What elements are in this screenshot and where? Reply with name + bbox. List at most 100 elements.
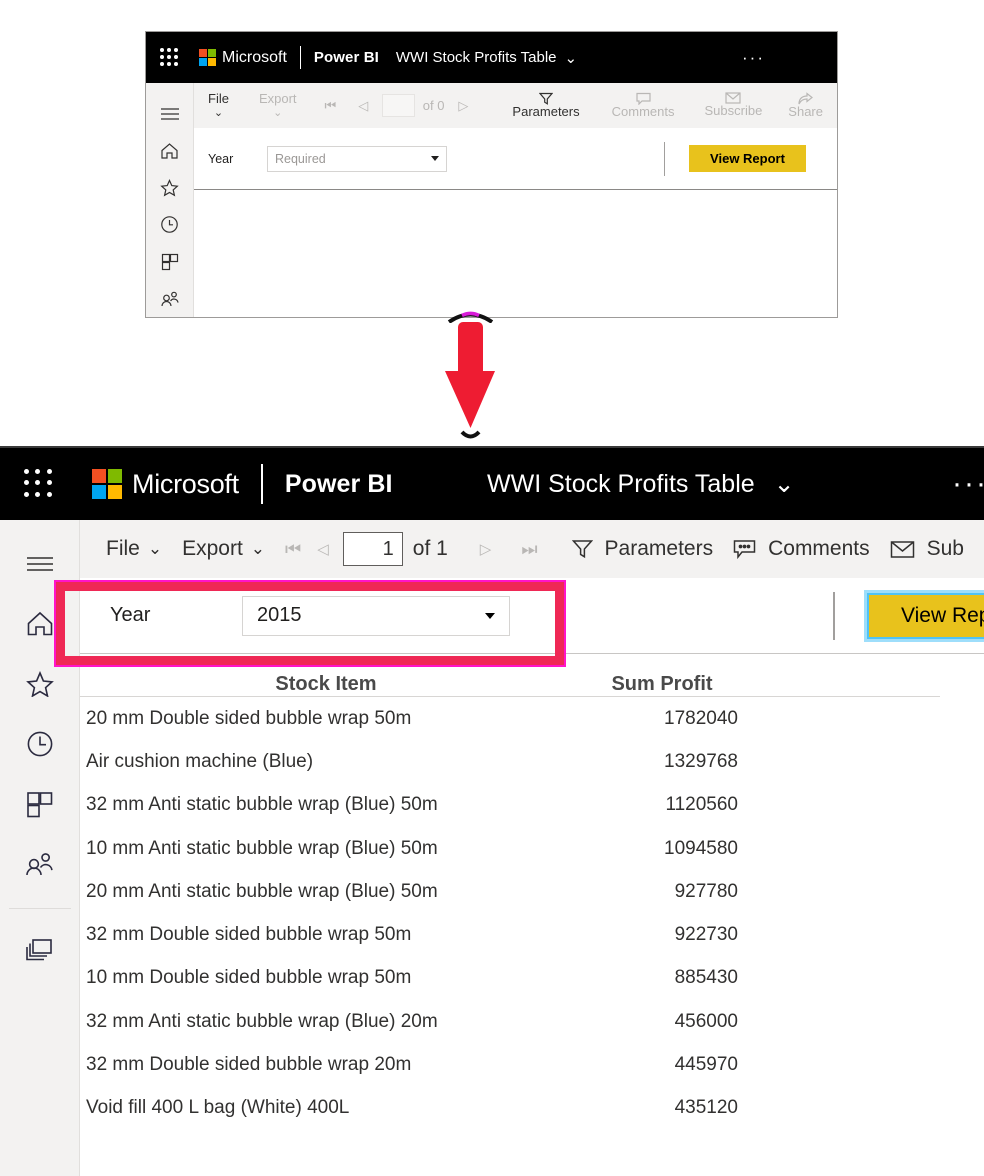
cell-sum-profit: 927780	[674, 880, 738, 902]
file-chevron-down-icon: ⌄	[213, 106, 224, 119]
filter-icon	[539, 92, 554, 105]
hamburger-menu-icon[interactable]	[146, 95, 194, 132]
hamburger-menu-icon[interactable]	[0, 534, 80, 594]
export-chevron-down-icon: ⌄	[273, 106, 283, 119]
year-parameter-select[interactable]: Required	[267, 145, 447, 172]
home-icon[interactable]	[146, 132, 194, 169]
microsoft-logo-icon	[92, 469, 122, 499]
next-page-button[interactable]: ▷	[458, 98, 468, 114]
page-number-input[interactable]	[382, 94, 415, 117]
home-icon[interactable]	[0, 594, 80, 654]
comment-icon	[635, 92, 651, 105]
cell-stock-item: 20 mm Double sided bubble wrap 50m	[86, 707, 412, 729]
first-page-button[interactable]: ⏮	[285, 539, 301, 560]
cell-sum-profit: 1782040	[664, 707, 738, 729]
year-parameter-value: 2015	[257, 604, 302, 626]
bottom-panel-header: Microsoft Power BI WWI Stock Profits Tab…	[0, 448, 984, 520]
parameters-label: Parameters	[512, 103, 580, 119]
top-panel-parameter-row: Year Required View Report	[194, 128, 837, 190]
microsoft-wordmark: Microsoft	[222, 48, 287, 66]
prev-page-button[interactable]: ◁	[317, 540, 329, 558]
rail-divider	[8, 908, 71, 909]
toolbar-separator	[833, 591, 835, 640]
page-count-label: of 1	[412, 537, 448, 560]
export-menu-label: Export	[258, 90, 297, 106]
clock-icon[interactable]	[0, 714, 80, 774]
subscribe-button[interactable]: Subscribe	[704, 92, 762, 119]
title-chevron-down-icon[interactable]: ⌄	[565, 49, 578, 67]
more-options-icon[interactable]: ···	[742, 48, 765, 68]
parameters-label: Parameters	[604, 537, 714, 560]
page-number-input[interactable]: 1	[342, 532, 403, 566]
first-page-button[interactable]: ⏮	[325, 98, 337, 114]
toolbar-separator	[664, 141, 665, 176]
table-row: 32 mm Double sided bubble wrap 50m 922730	[80, 913, 984, 956]
cell-stock-item: 20 mm Anti static bubble wrap (Blue) 50m	[86, 880, 438, 902]
cell-stock-item: Void fill 400 L bag (White) 400L	[86, 1097, 350, 1119]
table-row: 10 mm Anti static bubble wrap (Blue) 50m…	[80, 827, 984, 870]
report-table: Stock Item Sum Profit 20 mm Double sided…	[80, 654, 984, 1176]
year-parameter-select[interactable]: 2015	[242, 595, 510, 636]
apps-icon[interactable]	[146, 243, 194, 280]
report-title[interactable]: WWI Stock Profits Table ⌄	[487, 469, 795, 499]
cell-sum-profit: 885430	[674, 967, 738, 989]
table-row: 32 mm Double sided bubble wrap 20m 445970	[80, 1043, 984, 1086]
table-header-row: Stock Item Sum Profit	[80, 654, 984, 696]
subscribe-label: Subscribe	[704, 103, 763, 119]
cell-stock-item: 10 mm Double sided bubble wrap 50m	[86, 967, 412, 989]
app-launcher-icon[interactable]	[24, 469, 54, 499]
view-report-button[interactable]: View Report	[689, 145, 806, 172]
prev-page-button[interactable]: ◁	[358, 98, 368, 114]
year-parameter-value: Required	[275, 151, 326, 166]
share-button[interactable]: Share	[788, 91, 823, 120]
subscribe-button[interactable]: Sub	[890, 537, 964, 561]
parameters-button[interactable]: Parameters	[571, 537, 714, 561]
table-row: 20 mm Double sided bubble wrap 50m 178204…	[80, 697, 984, 740]
star-icon[interactable]	[146, 169, 194, 206]
chevron-down-icon	[485, 612, 495, 619]
cell-sum-profit: 1094580	[664, 837, 738, 859]
more-options-icon[interactable]: ···	[952, 467, 984, 501]
people-icon[interactable]	[0, 834, 80, 894]
export-menu-label: Export	[182, 537, 243, 560]
top-report-panel: Microsoft Power BI WWI Stock Profits Tab…	[145, 31, 838, 318]
header-divider	[299, 46, 301, 69]
powerbi-brand[interactable]: Power BI	[314, 49, 379, 66]
last-page-button[interactable]: ⏭	[521, 539, 537, 560]
year-parameter-label: Year	[208, 151, 234, 166]
next-page-button[interactable]: ▷	[480, 540, 492, 558]
arc-bottom-decoration	[443, 430, 498, 444]
people-icon[interactable]	[146, 280, 194, 317]
table-body: 20 mm Double sided bubble wrap 50m 178204…	[80, 697, 984, 1130]
report-title[interactable]: WWI Stock Profits Table	[396, 49, 557, 66]
workspaces-icon[interactable]	[0, 919, 80, 979]
clock-icon[interactable]	[146, 206, 194, 243]
parameters-button[interactable]: Parameters	[512, 92, 580, 120]
file-chevron-down-icon: ⌄	[147, 539, 163, 558]
file-menu-button[interactable]: File ⌄	[106, 537, 162, 561]
top-panel-nav-rail	[146, 83, 194, 317]
cell-stock-item: Air cushion machine (Blue)	[86, 750, 314, 772]
top-panel-header: Microsoft Power BI WWI Stock Profits Tab…	[146, 32, 837, 83]
comments-button[interactable]: Comments	[733, 537, 870, 561]
powerbi-brand[interactable]: Power BI	[285, 470, 393, 499]
arc-top-decoration	[443, 309, 498, 323]
export-menu-button[interactable]: Export ⌄	[182, 537, 265, 561]
share-icon	[798, 91, 814, 105]
share-label: Share	[788, 103, 823, 119]
app-launcher-icon[interactable]	[160, 48, 179, 67]
star-icon[interactable]	[0, 654, 80, 714]
file-menu-label: File	[208, 90, 229, 106]
bottom-panel-toolbar: File ⌄ Export ⌄ ⏮ ◁ 1 of 1 ▷ ⏭ Parameter…	[80, 520, 984, 578]
title-chevron-down-icon[interactable]: ⌄	[774, 469, 795, 499]
comments-button[interactable]: Comments	[612, 92, 674, 120]
table-row: Air cushion machine (Blue) 1329768	[80, 740, 984, 783]
export-menu-button[interactable]: Export ⌄	[258, 90, 297, 120]
view-report-button[interactable]: View Report	[867, 592, 984, 639]
file-menu-button[interactable]: File ⌄	[208, 90, 229, 120]
cell-sum-profit: 445970	[674, 1054, 738, 1076]
apps-icon[interactable]	[0, 774, 80, 834]
table-row: 32 mm Anti static bubble wrap (Blue) 20m…	[80, 1000, 984, 1043]
column-header-stock-item: Stock Item	[275, 673, 377, 695]
table-row: 32 mm Anti static bubble wrap (Blue) 50m…	[80, 784, 984, 827]
